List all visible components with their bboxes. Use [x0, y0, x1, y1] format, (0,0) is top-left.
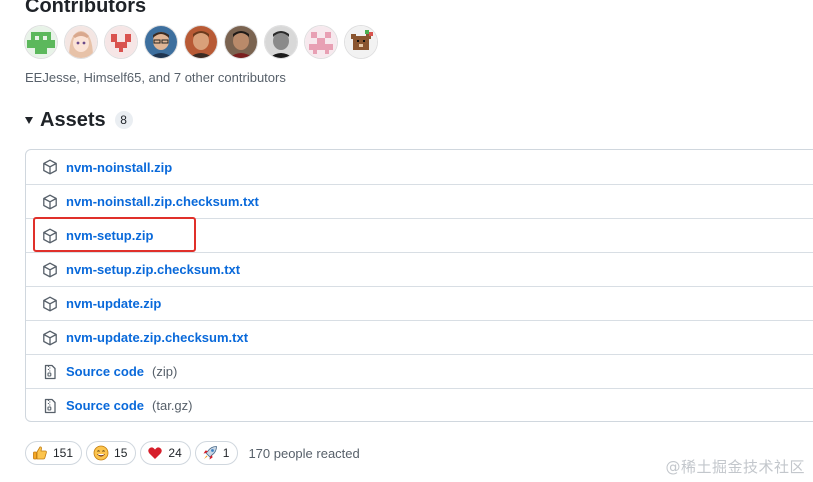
caret-down-icon [25, 117, 33, 124]
package-icon [42, 159, 58, 175]
contributors-heading: Contributors [25, 0, 147, 17]
laugh-icon [93, 445, 109, 461]
package-icon [42, 330, 58, 346]
asset-link[interactable]: nvm-noinstall.zip [66, 160, 172, 175]
asset-format: (zip) [152, 364, 178, 379]
asset-row[interactable]: nvm-setup.zip [26, 218, 813, 252]
reaction-heart-button[interactable]: 24 [140, 441, 191, 465]
thumbs-up-icon [32, 445, 48, 461]
asset-link[interactable]: Source code [66, 398, 144, 413]
avatar-anime-girl[interactable] [65, 26, 97, 58]
heart-icon [147, 445, 163, 461]
reaction-count: 151 [53, 446, 74, 460]
asset-row[interactable]: nvm-noinstall.zip.checksum.txt [26, 184, 813, 218]
asset-link[interactable]: nvm-noinstall.zip.checksum.txt [66, 194, 259, 209]
assets-count-badge: 8 [114, 111, 133, 129]
reaction-laugh-button[interactable]: 15 [86, 441, 137, 465]
package-icon [42, 194, 58, 210]
avatar-photo-man-glasses[interactable] [145, 26, 177, 58]
asset-row[interactable]: nvm-update.zip [26, 286, 813, 320]
reaction-count: 24 [168, 446, 182, 460]
file-zip-icon [42, 398, 58, 414]
avatar-photo-man-dark[interactable] [225, 26, 257, 58]
package-icon [42, 296, 58, 312]
asset-row[interactable]: Source code (zip) [26, 354, 813, 388]
asset-link[interactable]: nvm-setup.zip.checksum.txt [66, 262, 240, 277]
reaction-thumbs-up-button[interactable]: 151 [25, 441, 83, 465]
avatar-pixel-bear[interactable] [345, 26, 377, 58]
asset-row[interactable]: nvm-update.zip.checksum.txt [26, 320, 813, 354]
asset-link[interactable]: nvm-setup.zip [66, 228, 153, 243]
contributors-summary[interactable]: EEJesse, Himself65, and 7 other contribu… [25, 70, 286, 86]
asset-link[interactable]: Source code [66, 364, 144, 379]
asset-row[interactable]: Source code (tar.gz) [26, 388, 813, 422]
file-zip-icon [42, 364, 58, 380]
watermark: @稀土掘金技术社区 [665, 458, 805, 476]
assets-toggle[interactable]: Assets 8 [25, 108, 133, 132]
package-icon [42, 262, 58, 278]
assets-heading: Assets [40, 108, 106, 131]
avatar-identicon-red[interactable] [105, 26, 137, 58]
reaction-count: 15 [114, 446, 128, 460]
avatar-photo-bw[interactable] [265, 26, 297, 58]
avatar-photo-man-red[interactable] [185, 26, 217, 58]
reaction-count: 1 [222, 446, 230, 460]
asset-link[interactable]: nvm-update.zip.checksum.txt [66, 330, 248, 345]
asset-link[interactable]: nvm-update.zip [66, 296, 161, 311]
asset-format: (tar.gz) [152, 398, 193, 413]
asset-row[interactable]: nvm-noinstall.zip [26, 150, 813, 184]
reaction-rocket-button[interactable]: 1 [194, 441, 239, 465]
reactions-bar: 151 15 24 1 170 people reacted [25, 440, 360, 466]
reactions-summary: 170 people reacted [248, 445, 360, 461]
asset-row[interactable]: nvm-setup.zip.checksum.txt [26, 252, 813, 286]
rocket-icon [202, 445, 218, 461]
avatar-identicon-green[interactable] [25, 26, 57, 58]
avatar-identicon-pink[interactable] [305, 26, 337, 58]
assets-list: nvm-noinstall.zip nvm-noinstall.zip.chec… [25, 149, 813, 422]
package-icon [42, 228, 58, 244]
